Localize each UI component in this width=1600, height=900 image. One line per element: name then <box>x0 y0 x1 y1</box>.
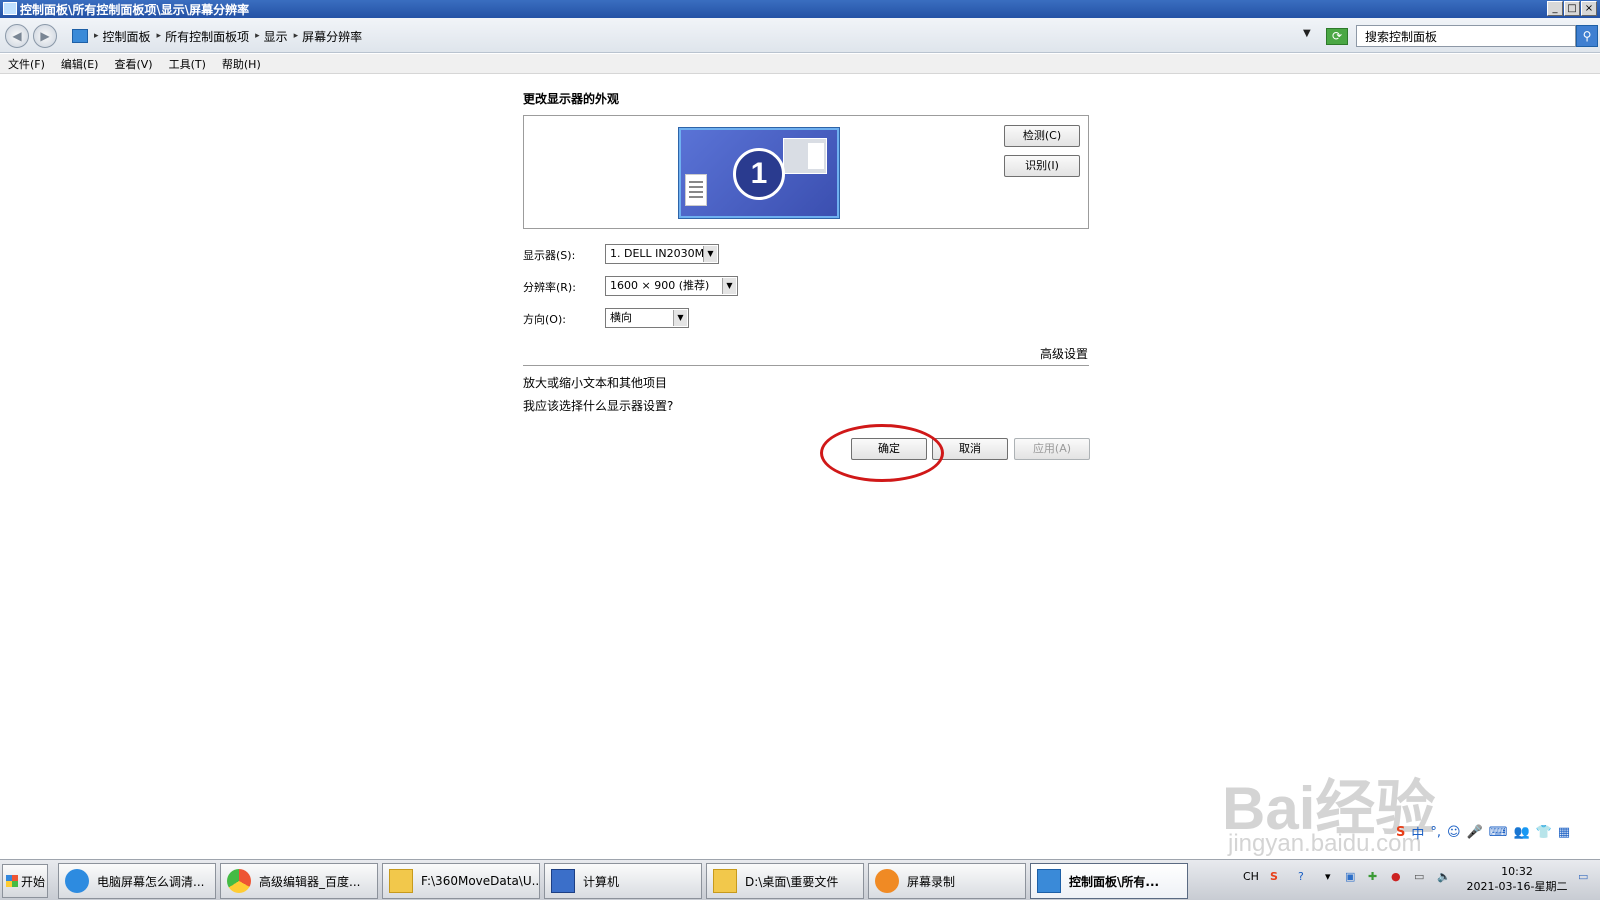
folder-icon <box>389 869 413 893</box>
menu-tools[interactable]: 工具(T) <box>169 56 206 72</box>
control-panel-icon <box>3 2 17 15</box>
ime-chinese-toggle[interactable]: 中 <box>1411 823 1424 842</box>
menu-help[interactable]: 帮助(H) <box>222 56 261 72</box>
menu-bar: 文件(F) 编辑(E) 查看(V) 工具(T) 帮助(H) <box>0 54 1600 74</box>
ime-emoji-icon[interactable]: ☺ <box>1447 825 1461 840</box>
resolution-label: 分辨率(R): <box>523 281 576 294</box>
menu-file[interactable]: 文件(F) <box>8 56 45 72</box>
menu-view[interactable]: 查看(V) <box>114 56 152 72</box>
taskbar-item-control-panel[interactable]: 控制面板\所有... <box>1030 863 1188 899</box>
advanced-settings-link[interactable]: 高级设置 <box>1040 345 1088 362</box>
resolution-select[interactable]: 1600 × 900 (推荐) ▼ <box>605 276 738 296</box>
taskbar-item-folder-f[interactable]: F:\360MoveData\U... <box>382 863 540 899</box>
control-panel-icon <box>1037 869 1061 893</box>
title-bar: 控制面板\所有控制面板项\显示\屏幕分辨率 _ □ × <box>0 0 1600 18</box>
clock-time: 10:32 <box>1501 865 1533 878</box>
breadcrumb-item-resolution[interactable]: ▸ 屏幕分辨率 <box>294 28 363 45</box>
search-input[interactable]: 搜索控制面板 <box>1356 25 1576 47</box>
chrome-icon <box>227 869 251 893</box>
highlight-circle <box>820 424 944 482</box>
refresh-button[interactable]: ⟳ <box>1326 28 1348 45</box>
sogou-icon[interactable]: S <box>1396 825 1405 840</box>
minimize-button[interactable]: _ <box>1547 1 1563 16</box>
detect-button[interactable]: 检测(C) <box>1004 125 1080 147</box>
close-button[interactable]: × <box>1581 1 1597 16</box>
display-tray-icon[interactable]: ▭ <box>1414 870 1424 883</box>
monitor-thumbnail[interactable]: 1 <box>679 128 839 218</box>
ime-keyboard-icon[interactable]: ⌨ <box>1489 825 1508 840</box>
identify-button[interactable]: 识别(I) <box>1004 155 1080 177</box>
address-dropdown-icon[interactable]: ▼ <box>1303 28 1311 39</box>
display-label: 显示器(S): <box>523 249 576 262</box>
qq-icon[interactable]: ● <box>1391 870 1401 883</box>
start-label: 开始 <box>21 874 46 889</box>
breadcrumb-item-display[interactable]: ▸ 显示 <box>255 28 288 45</box>
volume-icon[interactable]: 🔈 <box>1437 870 1451 883</box>
chevron-down-icon: ▼ <box>722 278 736 294</box>
breadcrumb-item-all-items[interactable]: ▸ 所有控制面板项 <box>157 28 250 45</box>
back-button[interactable]: ◀ <box>5 24 29 48</box>
taskbar-item-computer[interactable]: 计算机 <box>544 863 702 899</box>
folder-icon <box>713 869 737 893</box>
window-title: 控制面板\所有控制面板项\显示\屏幕分辨率 <box>20 3 250 17</box>
control-panel-icon <box>72 29 88 43</box>
help-icon[interactable]: ? <box>1298 870 1304 883</box>
browser-icon <box>65 869 89 893</box>
maximize-button[interactable]: □ <box>1564 1 1580 16</box>
breadcrumb-item-control-panel[interactable]: ▸ 控制面板 <box>94 28 151 45</box>
sogou-tray-icon[interactable]: S <box>1270 870 1278 883</box>
show-desktop-icon[interactable]: ▭ <box>1578 870 1588 883</box>
windows-logo-icon <box>6 875 18 887</box>
resolution-select-value: 1600 × 900 (推荐) <box>610 279 710 292</box>
system-clock[interactable]: 10:32 2021-03-16-星期二 <box>1463 864 1571 894</box>
baidu-watermark-url: jingyan.baidu.com <box>1228 830 1422 857</box>
network-icon[interactable]: ▣ <box>1345 870 1355 883</box>
taskbar-item-browser[interactable]: 电脑屏幕怎么调清... <box>58 863 216 899</box>
ime-voice-icon[interactable]: 🎤 <box>1467 825 1483 840</box>
forward-button[interactable]: ▶ <box>33 24 57 48</box>
chevron-down-icon: ▼ <box>673 310 687 326</box>
chevron-down-icon: ▼ <box>703 246 717 262</box>
clock-date: 2021-03-16-星期二 <box>1466 880 1568 893</box>
taskbar-item-folder-d[interactable]: D:\桌面\重要文件 <box>706 863 864 899</box>
menu-edit[interactable]: 编辑(E) <box>61 56 99 72</box>
computer-icon <box>551 869 575 893</box>
apply-button[interactable]: 应用(A) <box>1014 438 1090 460</box>
taskbar-item-recorder[interactable]: 屏幕录制 <box>868 863 1026 899</box>
ime-punctuation-icon[interactable]: °, <box>1430 825 1441 840</box>
display-select[interactable]: 1. DELL IN2030M ▼ <box>605 244 719 264</box>
display-select-value: 1. DELL IN2030M <box>610 247 705 260</box>
text-size-link[interactable]: 放大或缩小文本和其他项目 <box>523 374 667 391</box>
monitor-number: 1 <box>733 148 785 200</box>
page-title: 更改显示器的外观 <box>523 92 620 106</box>
display-preview-panel: 1 检测(C) 识别(I) <box>523 115 1089 229</box>
security-icon[interactable]: ✚ <box>1368 870 1377 883</box>
orientation-label: 方向(O): <box>523 313 566 326</box>
recorder-icon <box>875 869 899 893</box>
window-thumbnail-icon <box>783 138 827 174</box>
ime-user-icon[interactable]: 👥 <box>1514 825 1530 840</box>
orientation-select[interactable]: 横向 ▼ <box>605 308 689 328</box>
taskbar-item-editor[interactable]: 高级编辑器_百度... <box>220 863 378 899</box>
language-indicator[interactable]: CH <box>1243 870 1259 883</box>
document-thumbnail-icon <box>685 174 707 206</box>
ime-menu-icon[interactable]: ▦ <box>1558 825 1570 840</box>
orientation-select-value: 横向 <box>610 311 632 324</box>
tray-expand-icon[interactable]: ▾ <box>1325 870 1331 883</box>
divider <box>523 365 1089 366</box>
display-settings-help-link[interactable]: 我应该选择什么显示器设置? <box>523 397 673 414</box>
taskbar: 开始 电脑屏幕怎么调清... 高级编辑器_百度... F:\360MoveDat… <box>0 859 1600 900</box>
search-icon[interactable]: ⚲ <box>1576 25 1598 47</box>
ime-skin-icon[interactable]: 👕 <box>1536 825 1552 840</box>
ime-toolbar: S 中 °, ☺ 🎤 ⌨ 👥 👕 ▦ <box>1396 822 1570 842</box>
breadcrumb: ▸ 控制面板 ▸ 所有控制面板项 ▸ 显示 ▸ 屏幕分辨率 <box>72 24 1322 48</box>
address-bar: ◀ ▶ ▸ 控制面板 ▸ 所有控制面板项 ▸ 显示 ▸ 屏幕分辨率 ▼ ⟳ 搜索控制面板… <box>0 18 1600 53</box>
start-button[interactable]: 开始 <box>2 864 48 898</box>
